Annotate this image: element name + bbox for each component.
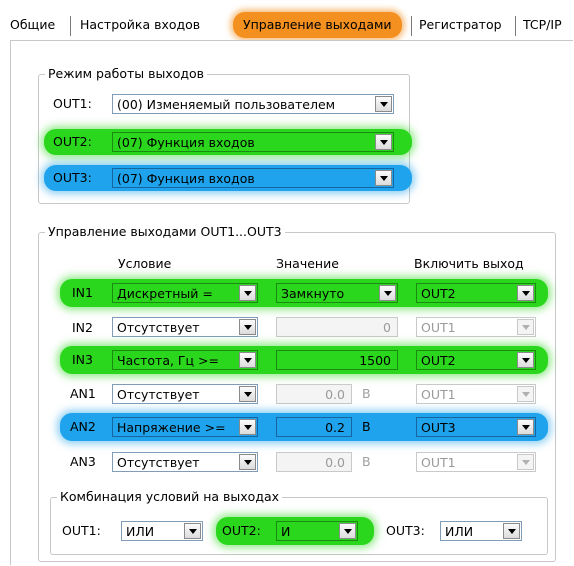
chevron-down-icon[interactable] [517, 285, 534, 301]
in2-value-field: 0 [276, 317, 398, 337]
chevron-down-icon[interactable] [517, 419, 534, 435]
combo-value: ИЛИ [445, 524, 474, 539]
group-title: Комбинация условий на выходах [57, 489, 283, 504]
out2-mode-select[interactable]: (07) Функция входов [112, 132, 394, 152]
combo-out3-label: OUT3: [386, 523, 425, 538]
value-text: 0 [383, 320, 391, 335]
out1-mode-label: OUT1: [53, 96, 92, 111]
combo-out1-select[interactable]: ИЛИ [121, 521, 203, 541]
tab-divider [411, 16, 412, 36]
condition-value: Отсутствует [117, 387, 200, 402]
in1-output-select[interactable]: OUT2 [416, 283, 536, 303]
condition-header: Условие [118, 256, 172, 271]
chevron-down-icon[interactable] [239, 319, 256, 335]
chevron-down-icon[interactable] [375, 134, 392, 150]
row-label: IN3 [72, 352, 93, 367]
in1-value-select[interactable]: Замкнуто [276, 283, 398, 303]
group-title: Управление выходами OUT1...OUT3 [45, 224, 285, 239]
in3-condition-select[interactable]: Частота, Гц >= [112, 350, 258, 370]
tab-general[interactable]: Общие [4, 14, 61, 36]
out3-mode-select[interactable]: (07) Функция входов [112, 168, 394, 188]
in2-condition-select[interactable]: Отсутствует [112, 317, 258, 337]
condition-value: Напряжение >= [117, 420, 226, 435]
chevron-down-icon[interactable] [503, 523, 520, 539]
condition-value: Частота, Гц >= [117, 353, 219, 368]
row-label: IN2 [72, 320, 93, 335]
in3-value-field[interactable]: 1500 [276, 350, 398, 370]
chevron-down-icon[interactable] [239, 419, 256, 435]
enable-output-header: Включить выход [414, 256, 524, 271]
row-label: IN1 [72, 285, 93, 300]
tab-output-control[interactable]: Управление выходами [233, 12, 402, 38]
value-text: 0.0 [325, 455, 345, 470]
in2-output-select: OUT1 [416, 317, 536, 337]
out3-mode-value: (07) Функция входов [117, 171, 255, 186]
chevron-down-icon[interactable] [517, 352, 534, 368]
chevron-down-icon[interactable] [375, 96, 392, 112]
out1-mode-select[interactable]: (00) Изменяемый пользователем [112, 94, 394, 114]
an1-condition-select[interactable]: Отсутствует [112, 384, 258, 404]
output-value: OUT1 [421, 455, 456, 470]
output-value: OUT3 [421, 420, 456, 435]
output-value: OUT1 [421, 387, 456, 402]
value-text: 0.0 [325, 387, 345, 402]
output-value: OUT1 [421, 320, 456, 335]
an3-condition-select[interactable]: Отсутствует [112, 452, 258, 472]
value-text: 1500 [359, 353, 391, 368]
chevron-down-icon[interactable] [339, 523, 356, 539]
output-value: OUT2 [421, 353, 456, 368]
value-text: Замкнуто [281, 286, 345, 301]
out3-mode-label: OUT3: [53, 170, 92, 185]
tab-divider [515, 16, 516, 36]
in3-output-select[interactable]: OUT2 [416, 350, 536, 370]
combo-out2-label: OUT2: [222, 523, 261, 538]
an1-value-field: 0.0 [276, 384, 352, 404]
out2-mode-label: OUT2: [53, 134, 92, 149]
tab-input-settings[interactable]: Настройка входов [74, 14, 206, 36]
unit-label: В [362, 454, 371, 469]
chevron-down-icon[interactable] [379, 285, 396, 301]
chevron-down-icon[interactable] [239, 285, 256, 301]
condition-value: Отсутствует [117, 320, 200, 335]
combo-value: И [281, 524, 291, 539]
combo-out2-select[interactable]: И [276, 521, 358, 541]
tab-bar: Общие Настройка входов Управление выхода… [0, 0, 574, 40]
an2-output-select[interactable]: OUT3 [416, 417, 536, 437]
condition-value: Дискретный = [117, 286, 213, 301]
chevron-down-icon [517, 386, 534, 402]
out2-mode-value: (07) Функция входов [117, 135, 255, 150]
combo-value: ИЛИ [126, 524, 155, 539]
an3-value-field: 0.0 [276, 452, 352, 472]
tab-divider [70, 16, 71, 36]
value-header: Значение [276, 256, 339, 271]
combo-out1-label: OUT1: [62, 523, 101, 538]
group-title: Режим работы выходов [45, 66, 208, 81]
row-label: AN3 [70, 454, 96, 469]
row-label: AN1 [70, 386, 96, 401]
value-text: 0.2 [325, 420, 345, 435]
an1-output-select: OUT1 [416, 384, 536, 404]
combo-out3-select[interactable]: ИЛИ [440, 521, 522, 541]
condition-value: Отсутствует [117, 455, 200, 470]
chevron-down-icon[interactable] [184, 523, 201, 539]
tab-recorder[interactable]: Регистратор [413, 14, 508, 36]
output-value: OUT2 [421, 286, 456, 301]
an2-value-field[interactable]: 0.2 [276, 417, 352, 437]
chevron-down-icon [517, 454, 534, 470]
in1-condition-select[interactable]: Дискретный = [112, 283, 258, 303]
chevron-down-icon [517, 319, 534, 335]
unit-label: В [362, 386, 371, 401]
chevron-down-icon[interactable] [239, 454, 256, 470]
chevron-down-icon[interactable] [239, 386, 256, 402]
chevron-down-icon[interactable] [239, 352, 256, 368]
row-label: AN2 [70, 419, 96, 434]
an3-output-select: OUT1 [416, 452, 536, 472]
tab-tcpip[interactable]: TCP/IP [517, 14, 568, 36]
chevron-down-icon[interactable] [375, 170, 392, 186]
out1-mode-value: (00) Изменяемый пользователем [117, 97, 336, 112]
unit-label: В [362, 419, 371, 434]
an2-condition-select[interactable]: Напряжение >= [112, 417, 258, 437]
